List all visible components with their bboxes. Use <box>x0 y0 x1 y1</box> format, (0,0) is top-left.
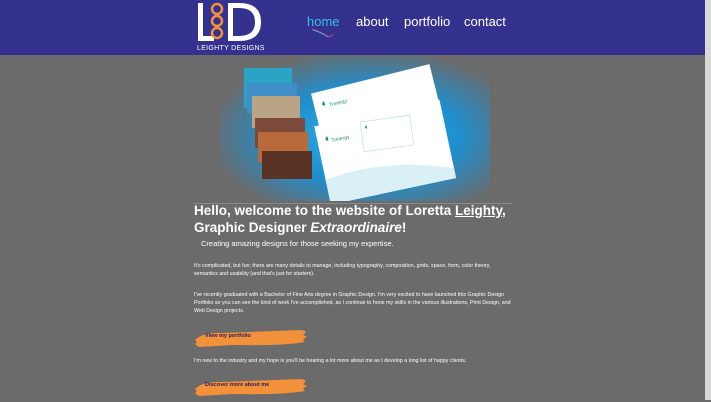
site-header: LEIGHTY DESIGNS home about portfolio con… <box>0 0 711 55</box>
intro-paragraph: It's complicated, but fun; there are man… <box>194 263 491 277</box>
view-portfolio-label: View my portfolio <box>205 333 251 339</box>
discover-more-label: Discover more about me <box>205 382 270 388</box>
graduation-paragraph: I've recently graduated with a Bachelor … <box>194 292 511 314</box>
nav-active-underline <box>311 28 334 38</box>
view-portfolio-button[interactable]: View my portfolio <box>193 328 309 348</box>
tagline: Creating amazing designs for those seeki… <box>201 239 394 248</box>
welcome-heading: Hello, welcome to the website of Loretta… <box>194 202 514 236</box>
heading-name: Leighty <box>455 203 503 218</box>
closing-paragraph: I'm new to the industry and my hope is y… <box>194 358 467 364</box>
logo-wordmark: LEIGHTY DESIGNS <box>197 45 265 52</box>
heading-emphasis: Extraordinaire <box>310 220 402 235</box>
hero-stationery-image: Trinergy Trinergy <box>220 56 490 201</box>
nav-portfolio-link[interactable]: portfolio <box>404 14 450 29</box>
page-scrollbar[interactable] <box>705 0 711 400</box>
discover-more-button[interactable]: Discover more about me <box>193 377 309 397</box>
heading-text-3: ! <box>401 220 407 235</box>
heading-text-1: Hello, welcome to the website of Loretta <box>194 203 456 218</box>
nav-contact-link[interactable]: contact <box>464 14 506 29</box>
nav-about-link[interactable]: about <box>356 14 389 29</box>
